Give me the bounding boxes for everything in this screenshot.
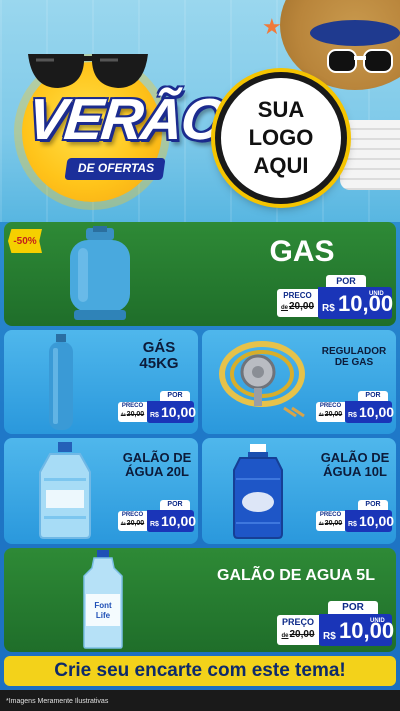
tall-cylinder-image <box>49 334 73 430</box>
old-price-prefix: de <box>318 412 324 417</box>
new-price-box: R$ 10,00 UNID <box>319 614 395 646</box>
new-price-box: R$ 10,00 UNID <box>318 287 394 319</box>
logo-text-line: AQUI <box>253 153 309 178</box>
old-price-box: PRECO de20,00 <box>316 402 345 422</box>
gas-regulator-image <box>219 341 305 418</box>
new-price-box: R$ 10,00 <box>147 401 197 423</box>
new-price-box: R$ 10,00 <box>345 401 395 423</box>
title-line: DE GAS <box>334 356 374 368</box>
starfish-icon: ★ <box>262 14 282 39</box>
new-price: 10,00 <box>359 404 395 420</box>
new-price-box: R$ 10,00 <box>345 510 395 532</box>
por-label: POR <box>358 391 388 401</box>
currency-symbol: R$ <box>150 521 159 528</box>
old-price-label: PREÇO <box>281 617 314 627</box>
old-price-label: PRECO <box>319 512 342 518</box>
old-price: de20,00 <box>316 520 345 527</box>
new-price: 10,00 <box>161 513 197 529</box>
old-price: de20,00 <box>118 520 147 527</box>
old-price-value: 20,00 <box>288 301 315 312</box>
old-price-value: 20,00 <box>126 520 145 527</box>
old-price-box: PRECO de20,00 <box>277 289 318 317</box>
title-line: 45KG <box>139 354 179 372</box>
old-price-prefix: de <box>280 305 288 311</box>
unit-label: UNID <box>369 291 384 297</box>
title-line: REGULADOR <box>321 346 387 357</box>
old-price-label: PRECO <box>283 291 312 300</box>
currency-symbol: R$ <box>348 412 357 419</box>
por-label: POR <box>328 601 378 614</box>
header-banner: ★ VERÃO DE OFERTAS SUA LOGO AQUI <box>0 0 400 222</box>
bottle-brand-line: Life <box>96 611 111 620</box>
old-price-prefix: de <box>120 521 126 526</box>
old-price-prefix: de <box>120 412 126 417</box>
water-jug-20l-image <box>39 442 91 539</box>
currency-symbol: R$ <box>150 412 159 419</box>
product-title-gas: GAS <box>269 235 335 268</box>
product-title-gas-45kg: GÁS 45KG <box>124 340 194 372</box>
old-price-value: 20,00 <box>289 629 315 640</box>
old-price-box: PREÇO de20,00 <box>277 615 319 645</box>
disclaimer-text: *Imagens Meramente Ilustrativas <box>6 698 109 705</box>
new-price: 10,00 <box>338 291 394 316</box>
gas-cylinder-image <box>70 226 130 320</box>
old-price: de20,00 <box>316 411 345 418</box>
old-price: de20,00 <box>118 411 147 418</box>
old-price: de20,00 <box>277 301 318 312</box>
old-price-label: PRECO <box>121 403 144 409</box>
sunglasses-icon <box>327 49 393 73</box>
por-label: POR <box>160 500 190 510</box>
title-line: GALÃO DE <box>320 450 390 465</box>
old-price-prefix: de <box>318 521 324 526</box>
product-title-galao-10l: GALÃO DE ÁGUA 10L <box>316 451 394 478</box>
currency-symbol: R$ <box>323 631 336 642</box>
towel-image <box>340 120 400 190</box>
old-price-value: 20,00 <box>126 411 145 418</box>
campaign-subtitle: DE OFERTAS <box>77 161 155 175</box>
old-price-prefix: de <box>281 633 289 639</box>
cta-banner[interactable]: Crie seu encarte com este tema! <box>4 656 396 686</box>
water-jug-10l-image <box>233 444 283 539</box>
bottle-brand-line: Font <box>94 601 112 610</box>
campaign-title: VERÃO <box>24 87 228 152</box>
logo-text-line: LOGO <box>248 125 314 150</box>
new-price: 10,00 <box>161 404 197 420</box>
por-label: POR <box>160 391 190 401</box>
water-bottle-5l-image: Font Life <box>83 550 123 649</box>
product-title-galao-5l: GALÃO DE AGUA 5L <box>217 567 375 584</box>
currency-symbol: R$ <box>322 303 335 314</box>
old-price-box: PRECO de20,00 <box>118 511 147 531</box>
new-price: 10,00 <box>339 618 395 643</box>
new-price-box: R$ 10,00 <box>147 510 197 532</box>
title-line: ÁGUA 10L <box>323 463 387 479</box>
old-price-label: PRECO <box>319 403 342 409</box>
logo-text-line: SUA <box>257 97 305 122</box>
title-line: GÁS <box>142 339 176 356</box>
unit-label: UNID <box>370 618 385 624</box>
product-title-galao-20l: GALÃO DE ÁGUA 20L <box>118 451 196 478</box>
logo-placeholder: SUA LOGO AQUI <box>215 72 347 204</box>
old-price-value: 20,00 <box>324 411 343 418</box>
por-label: POR <box>358 500 388 510</box>
old-price-value: 20,00 <box>324 520 343 527</box>
discount-badge: -50% <box>8 229 42 253</box>
title-line: GALÃO DE <box>122 450 192 465</box>
product-title-regulador: REGULADOR DE GAS <box>312 346 396 368</box>
old-price: de20,00 <box>277 629 319 640</box>
currency-symbol: R$ <box>348 521 357 528</box>
old-price-box: PRECO de20,00 <box>118 402 147 422</box>
old-price-box: PRECO de20,00 <box>316 511 345 531</box>
old-price-label: PRECO <box>121 512 144 518</box>
new-price: 10,00 <box>359 513 395 529</box>
title-line: ÁGUA 20L <box>125 463 189 479</box>
